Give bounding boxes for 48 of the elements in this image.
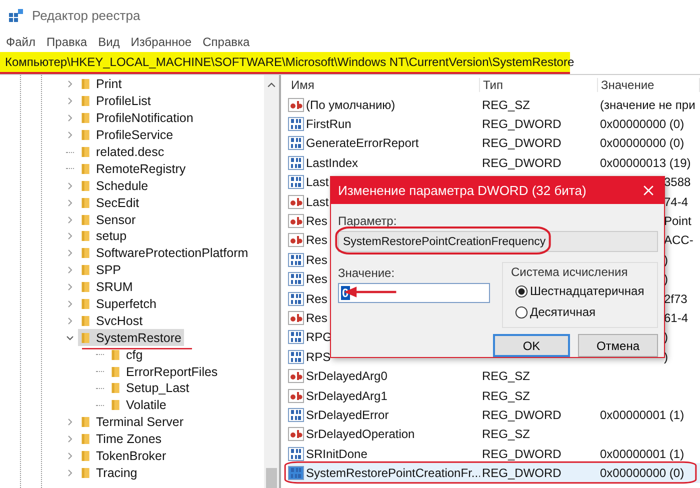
value-name: FirstRun [306,117,352,132]
value-data: ) [663,350,669,364]
value-data: ACC- [663,233,694,248]
value-name: Res [306,214,328,228]
value-type: REG_DWORD [481,156,562,170]
value-type: REG_DWORD [481,136,562,150]
value-type: REG_SZ [481,388,532,403]
dialog-title: Изменение параметра DWORD (32 бита) [338,183,586,198]
value-name: Last [306,175,329,190]
value-name: SRInitDone [306,446,368,461]
value-data: 74-4 [663,194,690,209]
value-data: 3588 [663,175,692,190]
value-type: REG_SZ [481,98,532,112]
value-name: SrDelayedError [306,408,389,422]
value-type: REG_DWORD [481,466,562,480]
value-data: Point [663,214,692,228]
value-type: REG_SZ [481,427,532,442]
value-data: 0x00000000 (0) [599,466,686,480]
value-type: REG_DWORD [481,408,562,422]
value-name: Res [306,292,328,306]
value-data: 61-4 [663,310,690,325]
value-name: Res [306,310,328,325]
parameter-name-field: SystemRestorePointCreationFrequency [338,231,658,252]
value-data: 0x00000001 (1) [599,408,686,422]
value-name: SystemRestorePointCreationFr... [306,466,480,480]
value-data: (значение не при [599,98,696,112]
value-data: 0x00000000 (0) [599,136,686,150]
value-name: SrDelayedArg1 [306,388,388,403]
value-name: Last [306,194,329,209]
value-name: RPS [306,350,331,364]
value-type: REG_SZ [481,369,532,384]
window-title: Редактор реестра [32,8,140,23]
value-type: REG_DWORD [481,446,562,461]
field-label: Параметр: [338,214,398,228]
value-name: LastIndex [306,156,358,170]
field-label: Значение: [338,266,396,280]
value-data: 0x00000013 (19) [599,156,692,170]
value-type: REG_DWORD [481,117,562,132]
value-name: SrDelayedArg0 [306,369,388,384]
group-label: Система исчисления [511,265,629,279]
value-name: Res [306,252,328,267]
value-data: 0x00000000 (0) [599,117,686,132]
value-name: (По умолчанию) [306,98,396,112]
value-name: GenerateErrorReport [306,136,419,150]
value-name: SrDelayedOperation [306,427,415,442]
value-name: Res [306,272,328,286]
value-name: Res [306,233,328,248]
value-data: 0x00000001 (1) [599,446,686,461]
